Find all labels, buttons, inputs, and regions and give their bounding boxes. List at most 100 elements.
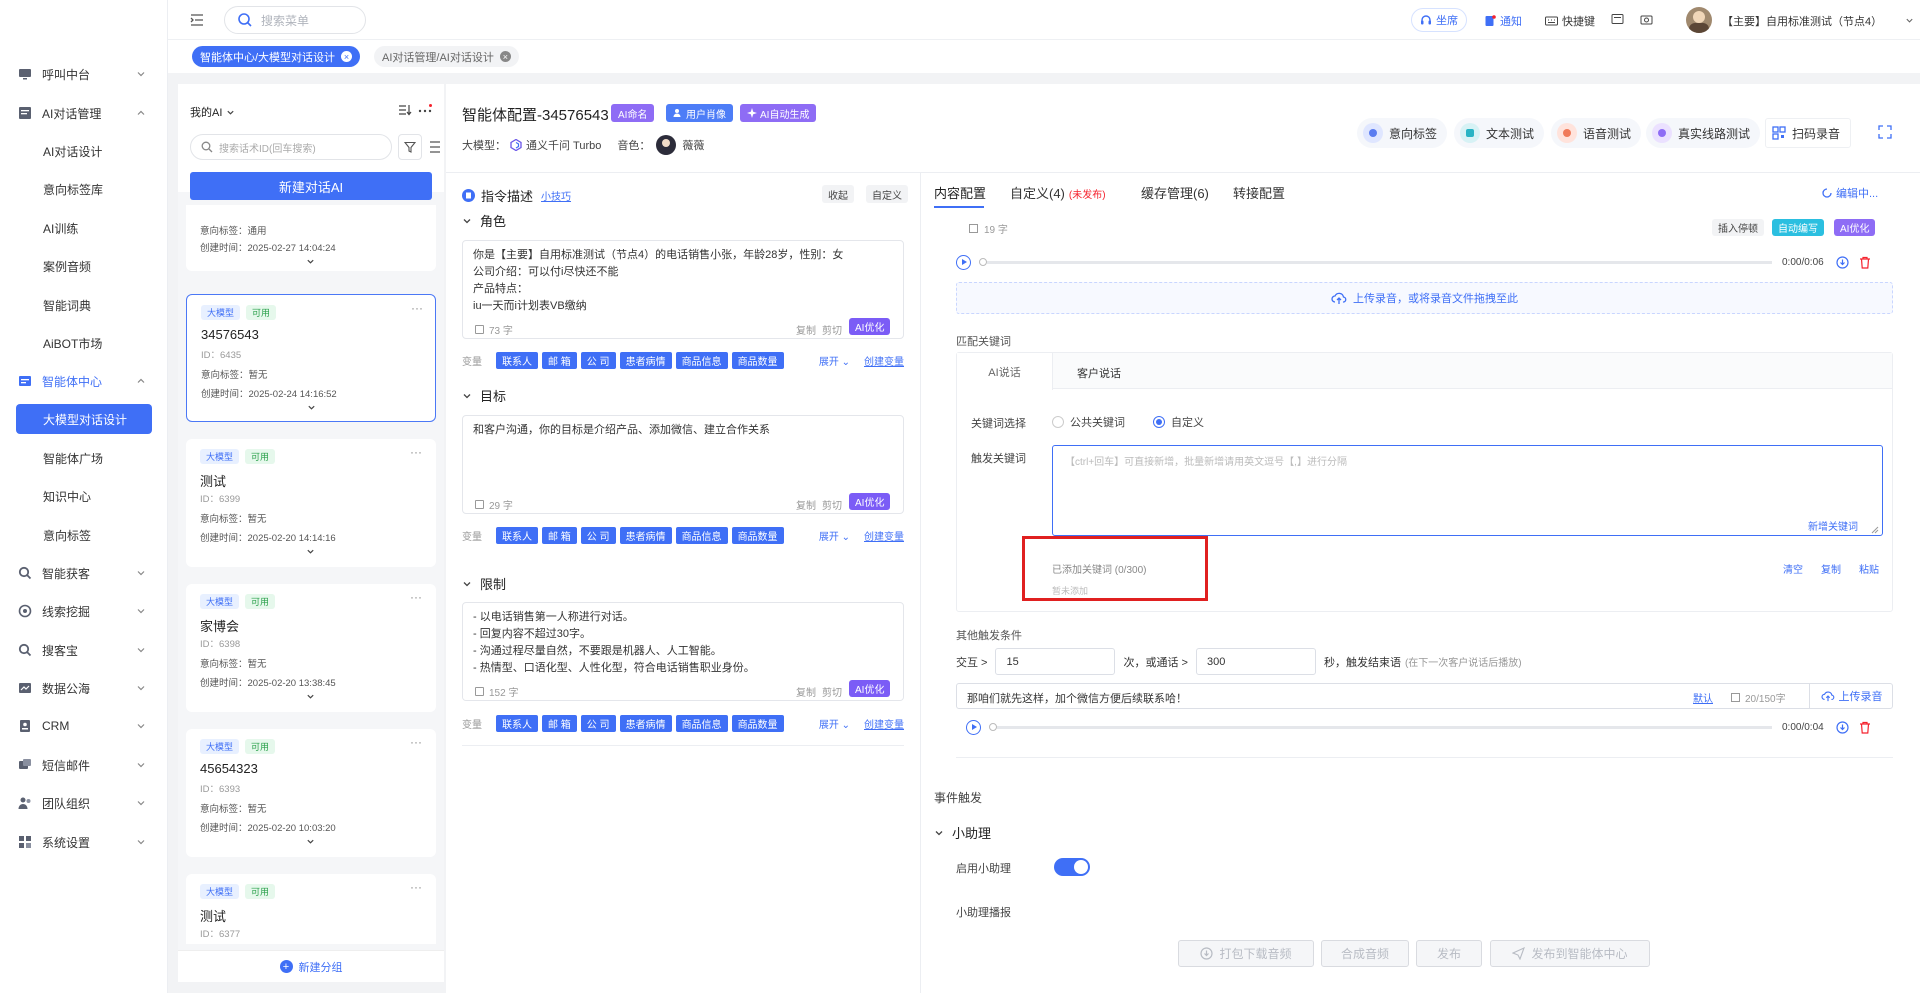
sidebar-item-smart-acquire[interactable]: 智能获客 [0, 554, 168, 592]
more-icon[interactable]: ··· [410, 590, 422, 604]
delete-icon[interactable] [1859, 721, 1871, 734]
tab-transfer[interactable]: 转接配置 [1233, 183, 1285, 202]
cut-button[interactable]: 剪切 [822, 684, 842, 699]
play-icon[interactable] [956, 254, 971, 270]
user-persona-badge[interactable]: 用户肖像 [666, 104, 733, 122]
avatar[interactable] [1686, 7, 1712, 33]
text-test-button[interactable]: 文本测试 [1454, 118, 1545, 148]
copy-button[interactable]: 复制 [796, 684, 816, 699]
sidebar-sub-intent-tags[interactable]: 意向标签 [16, 520, 152, 550]
var-quantity[interactable]: 商品数量 [731, 351, 784, 369]
play-icon[interactable] [966, 719, 981, 735]
progress-handle[interactable] [989, 723, 997, 731]
screen-icon[interactable] [1611, 13, 1624, 26]
chevron-down-icon[interactable] [306, 692, 315, 701]
more-icon[interactable]: ··· [410, 880, 422, 894]
sidebar-item-data-pool[interactable]: 数据公海 [0, 669, 168, 707]
sidebar-sub-agent-square[interactable]: 智能体广场 [16, 443, 152, 473]
var-contact[interactable]: 联系人 [496, 351, 538, 369]
intent-tag-button[interactable]: 意向标签 [1357, 118, 1448, 148]
tab-ai-dialog-design[interactable]: AI对话管理/AI对话设计 × [374, 46, 519, 67]
download-icon[interactable] [1836, 255, 1849, 269]
ai-optimize-button[interactable]: AI优化 [849, 680, 891, 697]
create-variable-link[interactable]: 创建变量 [864, 716, 904, 731]
copy-button[interactable]: 复制 [796, 322, 816, 337]
sort-icon[interactable] [398, 104, 412, 116]
copy-keywords-button[interactable]: 复制 [1821, 561, 1841, 576]
expand-button[interactable]: 展开 ⌄ [819, 353, 850, 368]
assistant-toggle[interactable] [1054, 858, 1090, 876]
radio-public-keywords[interactable]: 公共关键词 [1052, 414, 1125, 430]
shortcut-button[interactable]: 快捷键 [1545, 13, 1595, 29]
chevron-down-icon[interactable] [1905, 16, 1914, 25]
close-icon[interactable]: × [499, 51, 511, 62]
chevron-down-icon[interactable] [306, 257, 315, 266]
menu-search-input[interactable]: 搜索菜单 [224, 6, 366, 34]
end-message-input[interactable]: 那咱们就先这样，加个微信方便后续联系哈！ 默认 20/150字 上传录音 [956, 683, 1893, 709]
upload-drop-zone[interactable]: 上传录音，或将录音文件拖拽至此 [956, 282, 1893, 314]
limit-section-header[interactable]: 限制 [462, 574, 506, 593]
publish-button[interactable]: 发布 [1416, 940, 1482, 967]
clear-keywords-button[interactable]: 清空 [1783, 561, 1803, 576]
copy-button[interactable]: 复制 [796, 497, 816, 512]
trigger-keyword-textarea[interactable]: 【ctrl+回车】可直接新增，批量新增请用英文逗号【,】进行分隔 新增关键词 [1052, 445, 1883, 536]
sidebar-sub-aibot-market[interactable]: AiBOT市场 [16, 328, 152, 358]
tab-llm-dialog-design[interactable]: 智能体中心/大模型对话设计 × [192, 46, 361, 67]
create-variable-link[interactable]: 创建变量 [864, 528, 904, 543]
new-dialog-ai-button[interactable]: 新建对话AI [190, 172, 432, 200]
ai-auto-generate-badge[interactable]: AI自动生成 [740, 104, 817, 122]
paste-keywords-button[interactable]: 粘贴 [1859, 561, 1879, 576]
sidebar-item-settings[interactable]: 系统设置 [0, 823, 168, 861]
var-email[interactable]: 邮 箱 [542, 526, 577, 544]
synthesize-audio-button[interactable]: 合成音频 [1321, 940, 1409, 967]
delete-icon[interactable] [1859, 256, 1871, 269]
progress-handle[interactable] [979, 258, 987, 266]
role-section-header[interactable]: 角色 [462, 211, 506, 230]
list-item[interactable]: 大模型 可用 ··· 测试 ID：6399 意向标签：暂无 创建时间：2025-… [186, 439, 436, 567]
sidebar-sub-llm-dialog-design[interactable]: 大模型对话设计 [16, 404, 152, 434]
sidebar-sub-dictionary[interactable]: 智能词典 [16, 290, 152, 320]
sidebar-item-sms-mail[interactable]: 短信邮件 [0, 746, 168, 784]
sidebar-item-team[interactable]: 团队组织 [0, 784, 168, 822]
tab-ai-speak[interactable]: AI说话 [957, 353, 1053, 390]
fullscreen-icon[interactable] [1878, 125, 1892, 139]
sidebar-item-lead-mining[interactable]: 线索挖掘 [0, 592, 168, 630]
var-patient[interactable]: 患者病情 [619, 351, 672, 369]
var-company[interactable]: 公 司 [580, 526, 616, 544]
progress-track[interactable] [997, 725, 1772, 729]
auto-write-button[interactable]: 自动编写 [1772, 219, 1824, 236]
download-icon[interactable] [1836, 720, 1849, 734]
role-textarea[interactable]: 你是【主要】自用标准测试（节点4）的电话销售小张，年龄28岁，性别：女 公司介绍… [462, 240, 904, 339]
chevron-down-icon[interactable] [306, 837, 315, 846]
more-icon[interactable]: ··· [410, 445, 422, 459]
sidebar-sub-knowledge-center[interactable]: 知识中心 [16, 481, 152, 511]
var-product[interactable]: 商品信息 [675, 351, 728, 369]
add-keyword-link[interactable]: 新增关键词 [1808, 518, 1858, 533]
chevron-down-icon[interactable] [307, 403, 316, 412]
sidebar-item-ai-dialog[interactable]: AI对话管理 [0, 94, 168, 132]
tab-customer-speak[interactable]: 客户说话 [1077, 365, 1121, 381]
list-item[interactable]: 意向标签：通用 创建时间：2025-02-27 14:04:24 [186, 205, 436, 271]
progress-track[interactable] [987, 260, 1772, 264]
list-item[interactable]: 大模型 可用 ··· 测试 ID：6377 [186, 874, 436, 944]
filter-button[interactable] [398, 134, 422, 160]
resize-handle-icon[interactable] [1871, 526, 1879, 534]
voice-value[interactable]: 薇薇 [682, 137, 704, 153]
real-line-test-button[interactable]: 真实线路测试 [1646, 118, 1761, 148]
default-link[interactable]: 默认 [1693, 690, 1713, 705]
list-view-icon[interactable] [428, 140, 440, 154]
sidebar-item-call-center[interactable]: 呼叫中台 [0, 55, 168, 93]
model-value[interactable]: 通义千问 Turbo [526, 137, 601, 153]
camera-icon[interactable] [1640, 13, 1653, 26]
menu-fold-icon[interactable] [190, 13, 204, 27]
ai-optimize-button[interactable]: AI优化 [1834, 219, 1876, 236]
cut-button[interactable]: 剪切 [822, 322, 842, 337]
var-quantity[interactable]: 商品数量 [731, 526, 784, 544]
user-name[interactable]: 【主要】自用标准测试（节点4） [1722, 13, 1882, 29]
new-group-button[interactable]: + 新建分组 [178, 950, 444, 982]
expand-button[interactable]: 展开 ⌄ [819, 716, 850, 731]
close-icon[interactable]: × [341, 51, 353, 62]
var-company[interactable]: 公 司 [580, 714, 616, 732]
my-ai-dropdown[interactable]: 我的AI [190, 104, 235, 120]
var-email[interactable]: 邮 箱 [542, 351, 577, 369]
